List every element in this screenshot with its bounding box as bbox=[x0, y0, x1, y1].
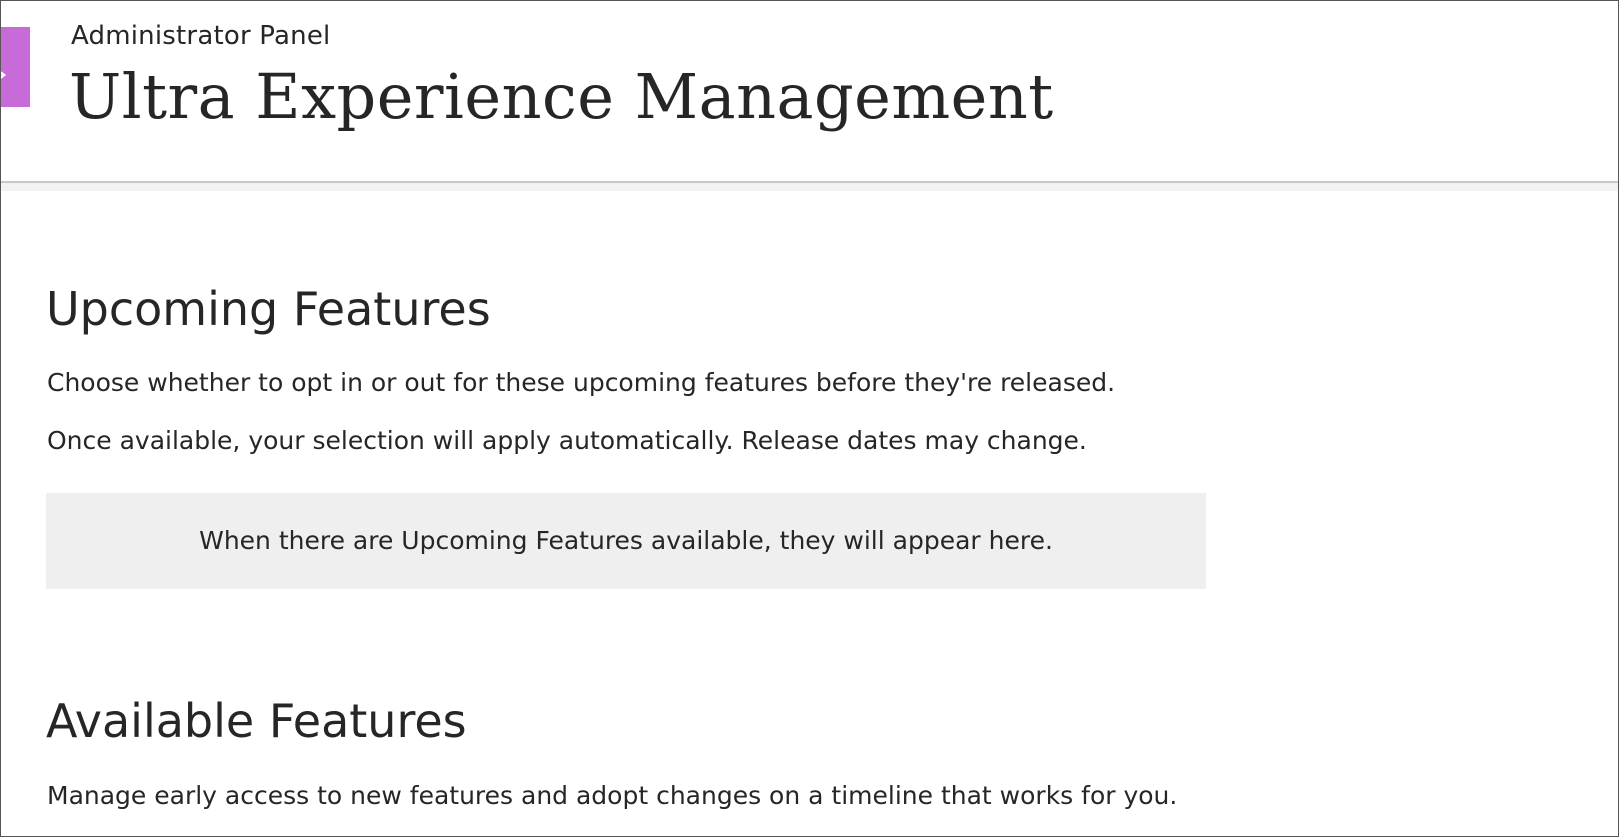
empty-state-message: When there are Upcoming Features availab… bbox=[199, 526, 1053, 555]
page-frame: Administrator Panel Ultra Experience Man… bbox=[0, 0, 1619, 837]
upcoming-description-1: Choose whether to opt in or out for thes… bbox=[47, 368, 1116, 397]
panel-tab-handle[interactable] bbox=[1, 27, 30, 107]
upcoming-empty-state: When there are Upcoming Features availab… bbox=[46, 493, 1206, 589]
panel-overline: Administrator Panel bbox=[71, 21, 331, 51]
available-description: Manage early access to new features and … bbox=[47, 781, 1178, 810]
expand-chevron-icon bbox=[1, 71, 7, 79]
available-features-heading: Available Features bbox=[46, 694, 467, 748]
page-title: Ultra Experience Management bbox=[69, 60, 1054, 133]
upcoming-features-heading: Upcoming Features bbox=[46, 282, 491, 336]
upcoming-description-2: Once available, your selection will appl… bbox=[47, 426, 1087, 455]
header-divider bbox=[1, 183, 1618, 191]
page-header: Administrator Panel Ultra Experience Man… bbox=[1, 1, 1618, 183]
